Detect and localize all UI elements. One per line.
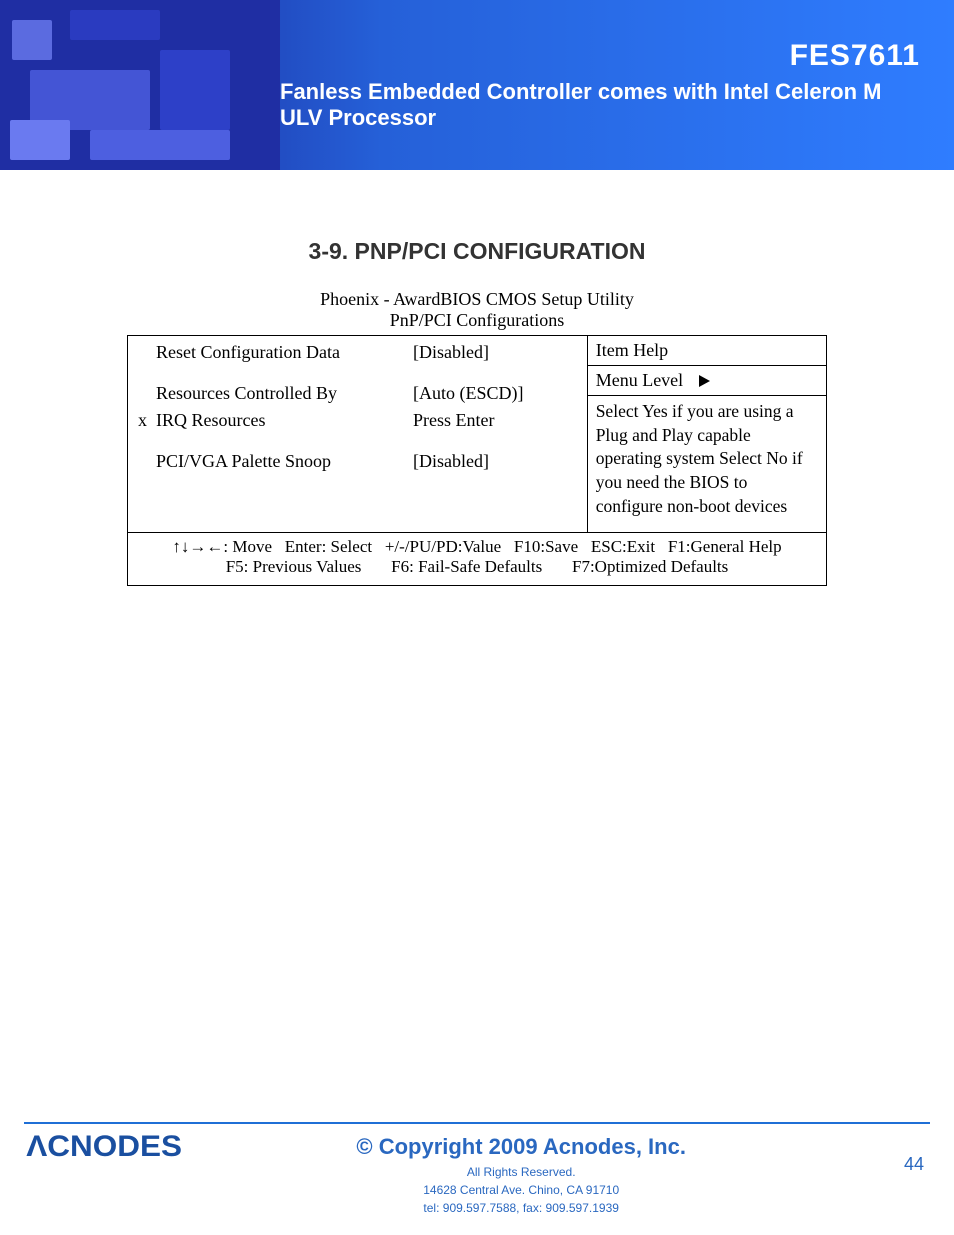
bios-subtitle: PnP/PCI Configurations (127, 310, 827, 331)
page-number: 44 (864, 1130, 924, 1175)
menu-level-label: Menu Level (596, 370, 683, 391)
footer-rights: All Rights Reserved. (178, 1163, 864, 1181)
setting-value[interactable]: Press Enter (413, 410, 577, 431)
brand-logo: ΛCNODES (30, 1130, 178, 1164)
disabled-mark: x (138, 410, 156, 431)
setting-label: PCI/VGA Palette Snoop (156, 451, 331, 471)
bios-key-hints: ↑↓→←: Move Enter: Select +/-/PU/PD:Value… (128, 532, 826, 585)
setting-value[interactable]: [Auto (ESCD)] (413, 383, 577, 404)
product-name: FES7611 (790, 39, 920, 73)
footer-address: 14628 Central Ave. Chino, CA 91710 (178, 1181, 864, 1199)
header-banner: FES7611 Fanless Embedded Controller come… (0, 0, 954, 170)
bios-frame: Reset Configuration Data [Disabled] Reso… (127, 335, 827, 586)
setting-value[interactable]: [Disabled] (413, 342, 577, 363)
page-footer: ΛCNODES © Copyright 2009 Acnodes, Inc. A… (0, 1122, 954, 1217)
hint-line-2: F5: Previous Values F6: Fail-Safe Defaul… (134, 557, 820, 577)
setting-label: Resources Controlled By (156, 383, 337, 403)
page: FES7611 Fanless Embedded Controller come… (0, 0, 954, 1235)
bios-title: Phoenix - AwardBIOS CMOS Setup Utility (127, 289, 827, 310)
section-heading: 3-9. PNP/PCI CONFIGURATION (67, 238, 887, 265)
setting-label: IRQ Resources (156, 410, 265, 430)
footer-copyright: © Copyright 2009 Acnodes, Inc. (178, 1130, 864, 1163)
help-text: Select Yes if you are using a Plug and P… (588, 395, 826, 522)
bios-help-pane: Item Help Menu Level Select Yes if you a… (587, 336, 826, 532)
banner-decorative-art (0, 0, 280, 170)
bios-settings-pane: Reset Configuration Data [Disabled] Reso… (128, 336, 587, 532)
brand-logo-text: ΛCNODES (26, 1130, 182, 1164)
product-subtitle: Fanless Embedded Controller comes with I… (280, 79, 920, 131)
help-header: Item Help (588, 336, 826, 365)
setting-label: Reset Configuration Data (156, 342, 340, 362)
hint-line-1: ↑↓→←: Move Enter: Select +/-/PU/PD:Value… (134, 537, 820, 557)
triangle-right-icon (699, 375, 710, 387)
footer-rule (24, 1122, 930, 1124)
footer-tel: tel: 909.597.7588, fax: 909.597.1939 (178, 1199, 864, 1217)
bios-screenshot: Phoenix - AwardBIOS CMOS Setup Utility P… (127, 289, 827, 586)
footer-contact: © Copyright 2009 Acnodes, Inc. All Right… (178, 1130, 864, 1217)
setting-value[interactable]: [Disabled] (413, 451, 577, 472)
